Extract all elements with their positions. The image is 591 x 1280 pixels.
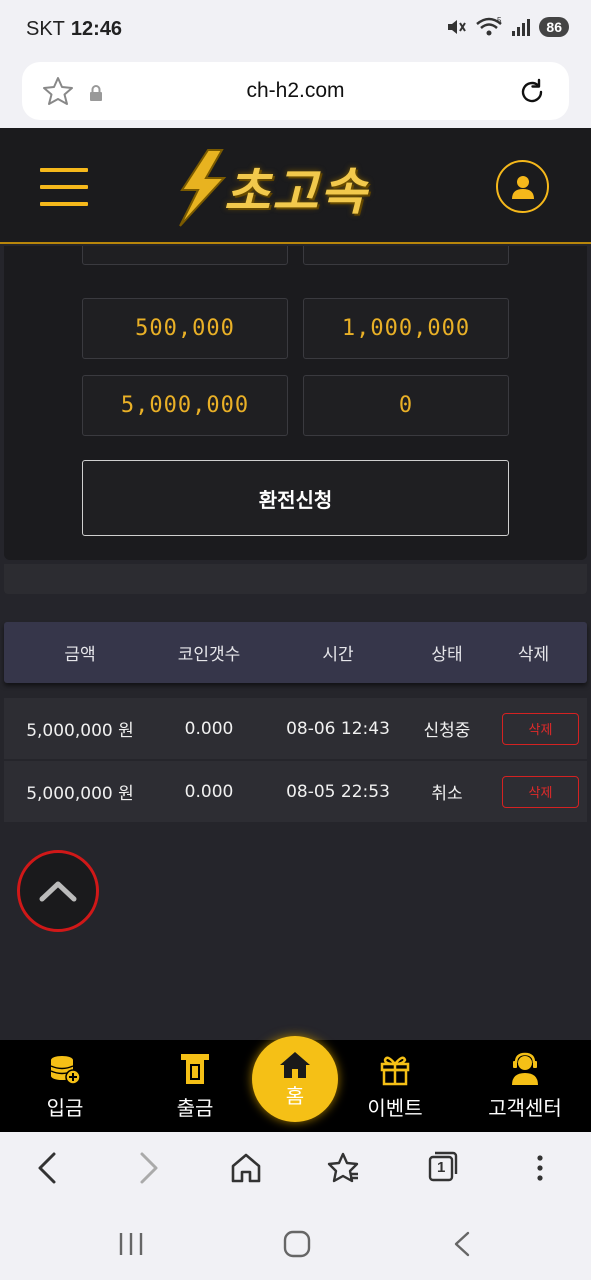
- bottom-nav: 입금 출금 홈 이벤트 고객센터: [0, 1036, 591, 1132]
- nav-deposit[interactable]: 입금: [20, 1040, 110, 1132]
- tabs-button[interactable]: 1: [426, 1150, 460, 1184]
- browser-url-bar: ch-h2.com: [0, 58, 591, 128]
- browser-toolbar: 1: [0, 1132, 591, 1206]
- headset-agent-icon: [512, 1052, 538, 1085]
- nav-event-label: 이벤트: [367, 1095, 423, 1120]
- atm-icon: [181, 1053, 209, 1084]
- android-nav-bar: [0, 1206, 591, 1280]
- address-field[interactable]: ch-h2.com: [22, 62, 569, 120]
- nav-withdraw[interactable]: 출금: [150, 1040, 240, 1132]
- clock: 12:46: [70, 18, 123, 40]
- url-text: ch-h2.com: [246, 79, 345, 102]
- back-arrow-icon[interactable]: [34, 1150, 62, 1186]
- header-amount: 금액: [64, 645, 96, 665]
- nav-support-label: 고객센터: [488, 1095, 562, 1120]
- amount-button-50000[interactable]: 50,000: [82, 246, 288, 265]
- status-bar: SKT 12:46 5 86: [0, 0, 591, 58]
- amount-button-100000[interactable]: 100,000: [303, 246, 509, 265]
- battery-badge: 86: [539, 17, 569, 37]
- amount-button-500000[interactable]: 500,000: [82, 298, 288, 359]
- logo-text: 초고속: [224, 163, 368, 221]
- carrier-label: SKT: [26, 18, 65, 40]
- more-options-icon[interactable]: [530, 1150, 550, 1186]
- row-status: 신청중: [423, 721, 471, 741]
- wifi-badge: 5: [497, 16, 502, 25]
- withdraw-content: 50,000 100,000 500,000 1,000,000 5,000,0…: [0, 246, 591, 1040]
- recent-apps-icon[interactable]: [116, 1230, 146, 1258]
- nav-home[interactable]: 홈: [252, 1036, 338, 1122]
- nav-withdraw-label: 출금: [176, 1095, 214, 1120]
- carrier-time: SKT 12:46: [26, 18, 122, 41]
- exchange-request-button[interactable]: 환전신청: [82, 460, 509, 536]
- table-row: 5,000,000 원 0.000 08-05 22:53 취소 삭제: [4, 761, 587, 822]
- header-time: 시간: [322, 645, 354, 665]
- chevron-up-icon: [39, 881, 77, 902]
- row-delete-cell: 삭제: [480, 761, 587, 822]
- amount-button-5000000[interactable]: 5,000,000: [82, 375, 288, 436]
- row-delete-cell: 삭제: [480, 698, 587, 759]
- row-amount: 5,000,000 원: [26, 721, 134, 741]
- row-time: 08-06 12:43: [286, 718, 390, 739]
- row-coins: 0.000: [184, 718, 234, 739]
- signal-icon: [512, 19, 531, 36]
- amount-reset-button[interactable]: 0: [303, 375, 509, 436]
- site-logo[interactable]: 초고속: [168, 148, 432, 228]
- delete-button[interactable]: 삭제: [502, 775, 579, 808]
- forward-arrow-icon[interactable]: [134, 1150, 162, 1186]
- row-time: 08-05 22:53: [286, 781, 390, 802]
- site-header: 초고속: [0, 128, 591, 244]
- status-icons: 5 86: [445, 16, 569, 38]
- user-icon: [511, 175, 534, 199]
- home-icon: [280, 1051, 310, 1078]
- nav-support[interactable]: 고객센터: [470, 1040, 580, 1132]
- history-table-header: 금액 코인갯수 시간 상태 삭제: [4, 622, 587, 683]
- header-coins: 코인갯수: [177, 645, 241, 665]
- browser-home-icon[interactable]: [228, 1150, 264, 1186]
- nav-event[interactable]: 이벤트: [350, 1040, 440, 1132]
- scroll-to-top-button[interactable]: [17, 850, 99, 932]
- row-status: 취소: [431, 784, 463, 804]
- wifi-icon: 5: [476, 16, 502, 36]
- header-delete: 삭제: [517, 645, 550, 665]
- nav-home-label: 홈: [285, 1083, 305, 1108]
- delete-button[interactable]: 삭제: [502, 712, 579, 745]
- mute-icon: [448, 20, 467, 34]
- reload-icon[interactable]: [517, 77, 547, 107]
- tab-count: 1: [437, 1159, 446, 1176]
- header-status: 상태: [431, 645, 463, 665]
- coins-icon: [50, 1055, 81, 1085]
- bookmarks-icon[interactable]: [326, 1150, 362, 1186]
- nav-deposit-label: 입금: [46, 1095, 84, 1120]
- menu-icon[interactable]: [40, 168, 88, 208]
- exchange-panel: 50,000 100,000 500,000 1,000,000 5,000,0…: [4, 246, 587, 560]
- user-account-button[interactable]: [496, 160, 549, 213]
- android-back-icon[interactable]: [450, 1230, 474, 1258]
- row-coins: 0.000: [184, 781, 234, 802]
- row-amount: 5,000,000 원: [26, 784, 134, 804]
- gift-icon: [380, 1056, 410, 1085]
- table-row: 5,000,000 원 0.000 08-06 12:43 신청중 삭제: [4, 698, 587, 759]
- android-home-icon[interactable]: [282, 1230, 312, 1258]
- amount-button-1000000[interactable]: 1,000,000: [303, 298, 509, 359]
- panel-footer-strip: [4, 564, 587, 594]
